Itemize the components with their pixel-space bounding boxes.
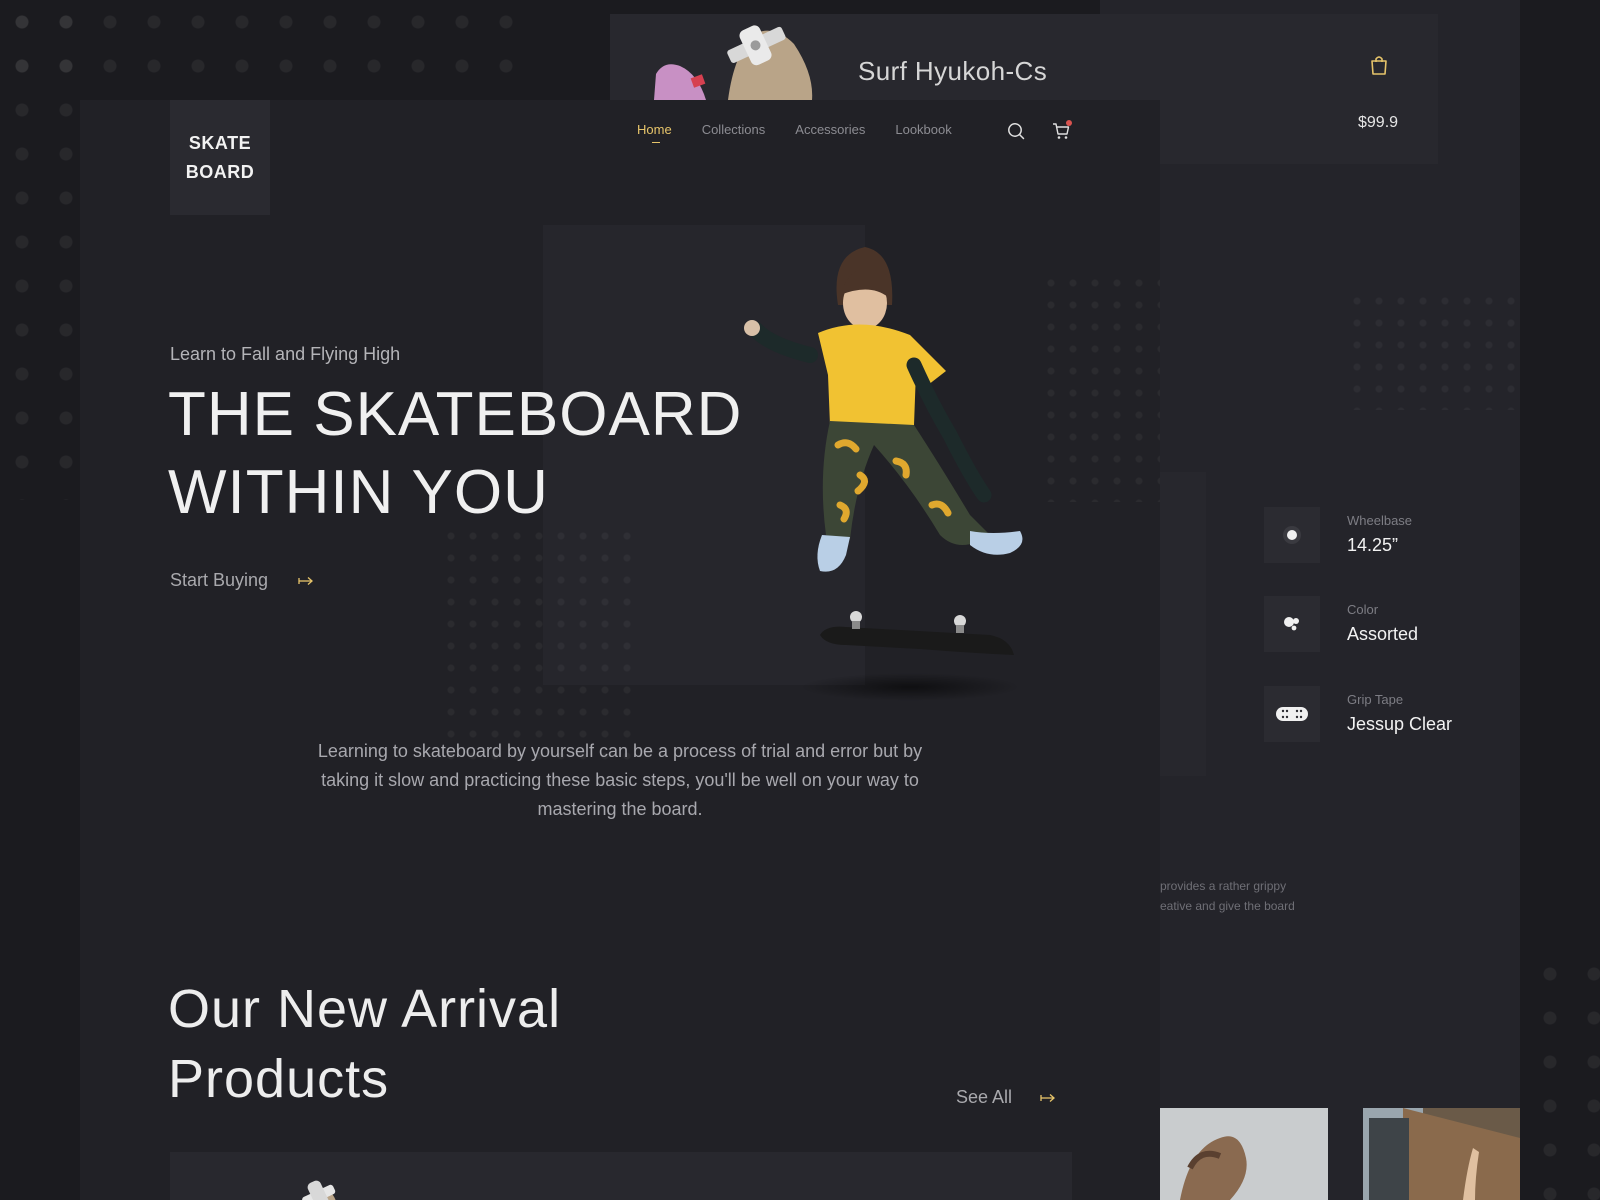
skateboard-thumbnail <box>302 1180 336 1200</box>
cart-badge <box>1066 120 1072 126</box>
spec-grip-tape: Grip Tape Jessup Clear <box>1264 686 1524 742</box>
arrow-right-icon <box>1040 1093 1056 1102</box>
hero-tagline: Learn to Fall and Flying High <box>170 344 401 364</box>
see-all-link[interactable]: See All <box>956 1087 1056 1108</box>
new-arrivals-title: Our New Arrival Products <box>168 974 561 1114</box>
grip-tape-icon <box>1264 686 1320 742</box>
new-arrivals-title-line-1: Our New Arrival <box>168 979 562 1039</box>
dot-pattern-bottom-right <box>1528 952 1600 1200</box>
featured-product-price: $99.9 <box>1358 114 1399 131</box>
search-icon[interactable] <box>1007 122 1025 140</box>
spec-label: Color <box>1347 602 1379 617</box>
lookbook-photo-1[interactable] <box>1160 1108 1328 1200</box>
spec-value: 14.25” <box>1347 535 1399 555</box>
skateboard-thumbnail <box>654 25 813 100</box>
lookbook-photo-image <box>1363 1108 1520 1200</box>
new-arrivals-title-line-2: Products <box>168 1049 390 1109</box>
wheel-icon <box>1264 507 1320 563</box>
hero-headline-line-1: THE SKATEBOARD <box>168 380 743 449</box>
cart-button[interactable] <box>1052 120 1072 140</box>
dot-pattern-top <box>0 0 540 100</box>
spec-value: Jessup Clear <box>1347 714 1453 734</box>
nav-item-collections[interactable]: Collections <box>702 122 766 137</box>
dot-pattern-hero <box>440 525 640 765</box>
lookbook-photo-2[interactable] <box>1363 1108 1520 1200</box>
arrow-right-icon <box>298 576 314 585</box>
hero-description: Learning to skateboard by yourself can b… <box>317 741 923 819</box>
logo-line-2: BOARD <box>185 161 255 182</box>
background-description-snippet: provides a rather grippy eative and give… <box>1160 876 1360 916</box>
nav-item-accessories[interactable]: Accessories <box>795 122 865 137</box>
spec-label: Wheelbase <box>1347 513 1413 528</box>
featured-product-name[interactable]: Surf Hyukoh-Cs <box>858 56 1047 87</box>
spec-label: Grip Tape <box>1347 692 1404 707</box>
start-buying-link[interactable]: Start Buying <box>170 570 314 591</box>
main-page: SKATE BOARD Home Collections Accessories… <box>80 100 1160 1200</box>
site-logo[interactable]: SKATE BOARD <box>170 100 270 215</box>
skater-hero-image <box>744 247 1023 701</box>
spec-wheelbase: Wheelbase 14.25” <box>1264 507 1524 563</box>
shopping-bag-icon[interactable] <box>1368 54 1390 76</box>
start-buying-label: Start Buying <box>170 570 269 590</box>
main-navigation: Home Collections Accessories Lookbook <box>637 122 952 143</box>
snippet-line-1: provides a rather grippy <box>1160 879 1287 893</box>
stage: Surf Hyukoh-Cs $99.9 SKATE BOARD Home Co… <box>0 0 1600 1200</box>
logo-line-1: SKATE <box>188 132 252 153</box>
nav-item-home[interactable]: Home <box>637 122 672 143</box>
hero-headline: THE SKATEBOARD WITHIN YOU <box>168 376 742 532</box>
spec-color: Color Assorted <box>1264 596 1524 652</box>
hero-headline-line-2: WITHIN YOU <box>168 458 549 527</box>
lookbook-photo-image <box>1160 1108 1328 1200</box>
snippet-line-2: eative and give the board <box>1160 899 1295 913</box>
dot-pattern-right <box>1346 290 1520 410</box>
color-dots-icon <box>1264 596 1320 652</box>
see-all-label: See All <box>956 1087 1013 1107</box>
nav-item-lookbook[interactable]: Lookbook <box>895 122 951 137</box>
new-arrival-product-card[interactable] <box>170 1152 1072 1200</box>
spec-value: Assorted <box>1347 624 1419 644</box>
